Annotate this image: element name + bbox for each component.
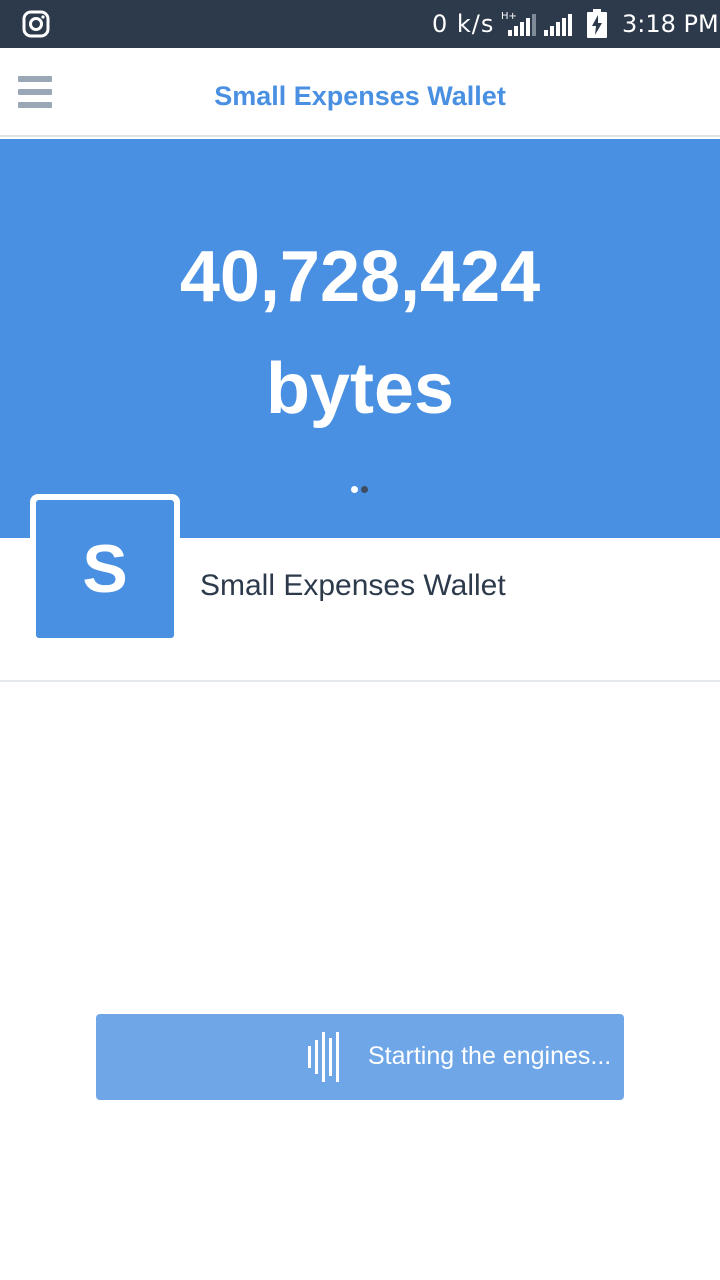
app-bar: Small Expenses Wallet — [0, 48, 720, 137]
wallet-name: Small Expenses Wallet — [200, 569, 506, 602]
sound-wave-icon — [308, 1032, 339, 1082]
signal-bars-icon — [544, 14, 572, 36]
clock: 3:18 PM — [622, 10, 719, 38]
signal-hplus-icon: H+ — [501, 11, 536, 36]
page-title: Small Expenses Wallet — [214, 81, 506, 111]
button-label: Starting the engines... — [368, 1042, 612, 1070]
page-dot — [361, 486, 368, 493]
balance-amount: 40,728,424 — [179, 237, 541, 317]
network-type-label: H+ — [501, 11, 517, 22]
status-bar: 0 k/s H+ 3:18 PM — [0, 0, 720, 48]
network-speed: 0 k/s — [432, 10, 495, 38]
balance-header[interactable]: 40,728,424 bytes — [0, 139, 720, 538]
battery-charging-icon — [587, 9, 607, 38]
wallet-avatar: S — [30, 494, 180, 644]
starting-engines-button[interactable]: Starting the engines... — [96, 1014, 624, 1100]
page-indicator — [351, 486, 371, 494]
instagram-icon — [22, 10, 50, 38]
balance-unit: bytes — [265, 349, 455, 429]
avatar-letter: S — [36, 500, 174, 638]
page-dot — [351, 486, 358, 493]
